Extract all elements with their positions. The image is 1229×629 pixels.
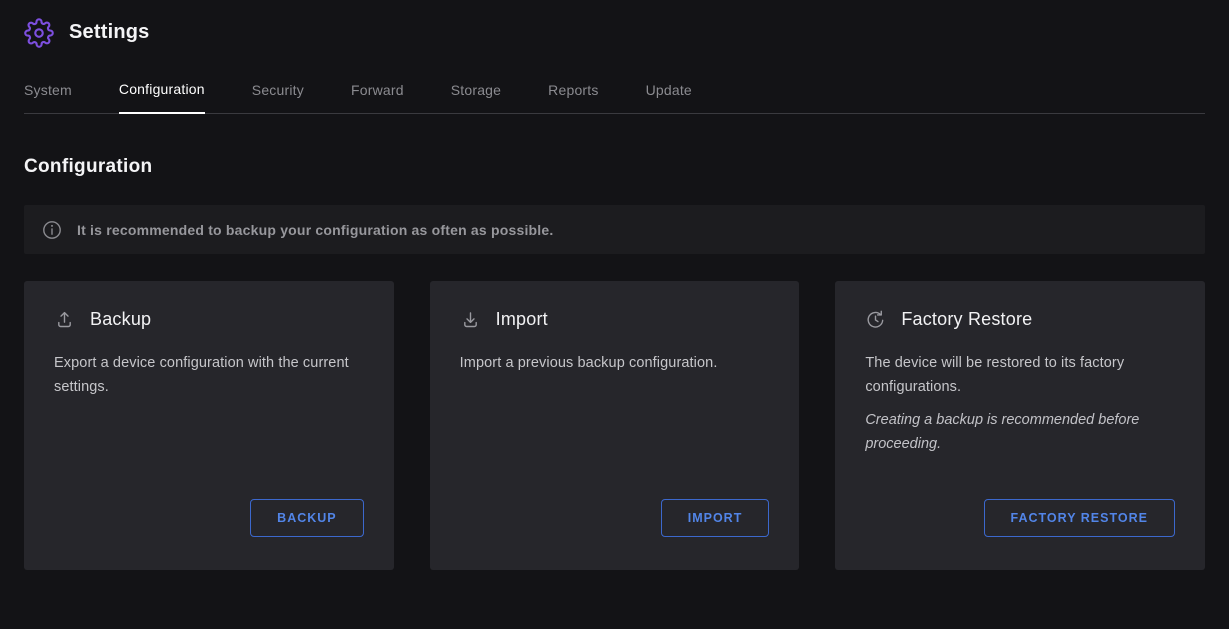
tab-security[interactable]: Security: [252, 82, 304, 113]
settings-page: Settings System Configuration Security F…: [0, 0, 1229, 570]
tab-forward[interactable]: Forward: [351, 82, 404, 113]
factory-restore-card-actions: FACTORY RESTORE: [865, 499, 1175, 537]
import-card: Import Import a previous backup configur…: [430, 281, 800, 570]
backup-card: Backup Export a device configuration wit…: [24, 281, 394, 570]
info-banner: It is recommended to backup your configu…: [24, 205, 1205, 254]
tab-storage[interactable]: Storage: [451, 82, 501, 113]
upload-icon: [54, 309, 75, 330]
restore-timer-icon: [865, 309, 886, 330]
import-card-actions: IMPORT: [460, 499, 770, 537]
factory-restore-card: Factory Restore The device will be resto…: [835, 281, 1205, 570]
backup-card-title: Backup: [90, 309, 151, 330]
import-card-title: Import: [496, 309, 548, 330]
banner-text: It is recommended to backup your configu…: [77, 222, 553, 238]
settings-tabs: System Configuration Security Forward St…: [24, 81, 1205, 114]
tab-update[interactable]: Update: [646, 82, 692, 113]
section-heading: Configuration: [24, 156, 1205, 178]
backup-card-description: Export a device configuration with the c…: [54, 352, 364, 400]
tab-system[interactable]: System: [24, 82, 72, 113]
tab-configuration[interactable]: Configuration: [119, 81, 205, 114]
page-title: Settings: [69, 21, 150, 44]
import-card-description: Import a previous backup configuration.: [460, 352, 770, 376]
tab-reports[interactable]: Reports: [548, 82, 598, 113]
page-header: Settings: [24, 0, 1205, 48]
backup-card-header: Backup: [54, 309, 364, 330]
settings-gear-icon: [24, 18, 54, 48]
factory-restore-card-note: Creating a backup is recommended before …: [865, 409, 1175, 457]
info-icon: [42, 220, 62, 240]
download-icon: [460, 309, 481, 330]
factory-restore-button[interactable]: FACTORY RESTORE: [984, 499, 1175, 537]
configuration-cards: Backup Export a device configuration wit…: [24, 281, 1205, 570]
import-card-header: Import: [460, 309, 770, 330]
backup-card-actions: BACKUP: [54, 499, 364, 537]
factory-restore-card-header: Factory Restore: [865, 309, 1175, 330]
backup-button[interactable]: BACKUP: [250, 499, 363, 537]
factory-restore-card-title: Factory Restore: [901, 309, 1032, 330]
factory-restore-card-description: The device will be restored to its facto…: [865, 352, 1175, 400]
import-button[interactable]: IMPORT: [661, 499, 770, 537]
